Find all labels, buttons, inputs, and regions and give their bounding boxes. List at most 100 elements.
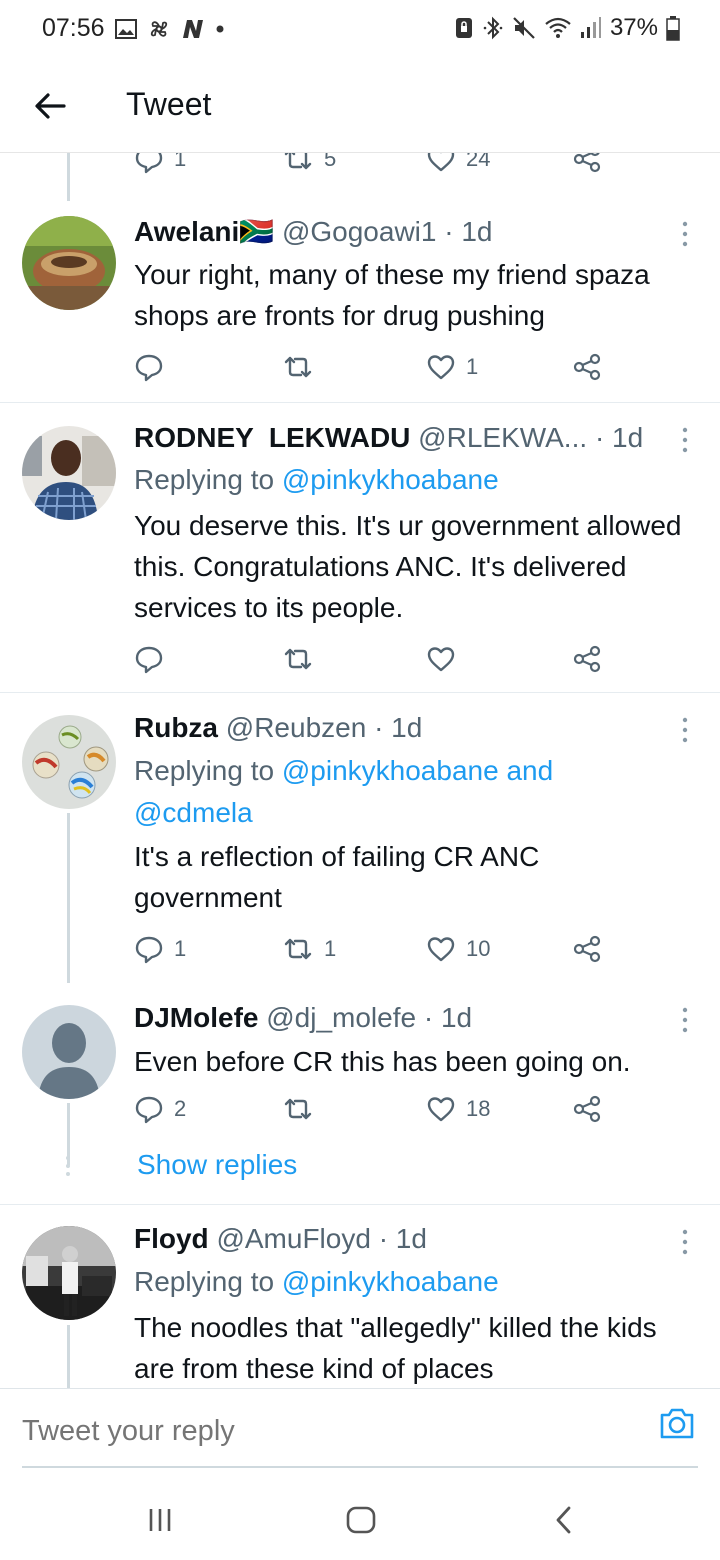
reply-icon [135, 153, 163, 174]
display-name[interactable]: RODNEY LEKWADU [134, 422, 410, 453]
like-button[interactable]: 10 [426, 929, 490, 969]
vpn-lock-icon [454, 16, 474, 40]
avatar[interactable] [22, 216, 116, 310]
more-options-icon[interactable] [678, 1005, 692, 1035]
camera-button[interactable] [658, 1405, 698, 1445]
reply-icon [135, 354, 163, 382]
mention-link[interactable]: @pinkykhoabane [282, 1266, 499, 1297]
tweet-text: You deserve this. It's ur government all… [134, 510, 682, 623]
avatar[interactable] [22, 1226, 116, 1320]
reply-input-underline [22, 1466, 698, 1468]
avatar[interactable] [22, 426, 116, 520]
show-replies-link[interactable]: Show replies [137, 1149, 297, 1181]
heart-icon [427, 937, 455, 962]
home-button[interactable] [341, 1500, 381, 1540]
retweet-button[interactable]: 1 [282, 929, 336, 969]
back-chevron-icon [556, 1506, 571, 1534]
mention-link[interactable]: @pinkykhoabane [282, 464, 499, 495]
thread-line [67, 813, 70, 983]
replying-to: Replying to @pinkykhoabane [134, 459, 680, 501]
like-count: 24 [466, 153, 491, 171]
like-button[interactable]: 1 [426, 347, 478, 387]
recent-apps-button[interactable] [140, 1500, 180, 1540]
reply-tweet[interactable]: DJMolefe @dj_molefe · 1d Even before CR … [0, 983, 720, 1205]
share-button[interactable] [572, 347, 602, 387]
reply-count: 1 [174, 936, 187, 961]
status-bar: 07:56 37% [0, 0, 720, 60]
tweet-actions [134, 639, 614, 679]
reply-button[interactable] [134, 639, 174, 679]
tweet-text: The noodles that "allegedly" killed the … [134, 1312, 657, 1384]
share-button[interactable] [572, 153, 602, 179]
more-options-icon[interactable] [678, 715, 692, 745]
status-time: 07:56 [42, 14, 105, 42]
page-title: Tweet [126, 86, 212, 122]
tweet-text: Your right, many of these my friend spaz… [134, 259, 650, 331]
replies-feed[interactable]: 1 5 24 Awelani🇿🇦 @Gogoawi1 · 1d Your rig… [0, 153, 720, 1388]
heart-icon [427, 355, 455, 380]
reply-icon [135, 936, 163, 964]
replying-to-label: Replying to [134, 464, 282, 495]
like-count: 1 [466, 354, 479, 379]
reply-tweet[interactable]: Awelani🇿🇦 @Gogoawi1 · 1d Your right, man… [0, 201, 720, 403]
retweet-button[interactable] [282, 347, 324, 387]
reply-count: 1 [174, 153, 187, 171]
username[interactable]: @dj_molefe [266, 1002, 416, 1033]
display-name[interactable]: Rubza [134, 712, 218, 743]
avatar[interactable] [22, 1005, 116, 1099]
back-button[interactable] [28, 84, 72, 128]
more-options-icon[interactable] [678, 425, 692, 455]
collapsed-thread-dots [65, 1155, 71, 1182]
share-button[interactable] [572, 639, 602, 679]
username[interactable]: @AmuFloyd [216, 1223, 370, 1254]
reply-button[interactable]: 1 [134, 929, 186, 969]
display-name[interactable]: Floyd [134, 1223, 209, 1254]
tweet-text: Even before CR this has been going on. [134, 1046, 631, 1077]
retweet-button[interactable] [282, 1089, 324, 1129]
username[interactable]: @Gogoawi1 [282, 216, 437, 247]
heart-icon [427, 647, 455, 672]
tweet-header: DJMolefe @dj_molefe · 1d [134, 1002, 670, 1034]
like-button[interactable]: 24 [426, 153, 490, 179]
reply-composer [0, 1388, 720, 1468]
camera-icon [660, 1408, 694, 1439]
tweet-actions: 1 5 24 [134, 153, 614, 179]
tweet-header: Awelani🇿🇦 @Gogoawi1 · 1d [134, 215, 670, 248]
like-count: 10 [466, 936, 491, 961]
reply-tweet[interactable]: RODNEY LEKWADU @RLEKWA... · 1d Replying … [0, 403, 720, 693]
retweet-icon [284, 1098, 312, 1120]
like-button[interactable] [426, 639, 466, 679]
reply-tweet[interactable]: Rubza @Reubzen · 1d Replying to @pinkykh… [0, 693, 720, 983]
username[interactable]: @Reubzen [226, 712, 367, 743]
fan-icon [147, 18, 171, 40]
mute-icon [512, 16, 536, 40]
retweet-icon [284, 153, 312, 170]
share-button[interactable] [572, 929, 602, 969]
battery-icon [666, 15, 680, 41]
like-button[interactable]: 18 [426, 1089, 490, 1129]
display-name[interactable]: Awelani🇿🇦 [134, 216, 274, 247]
retweet-button[interactable] [282, 639, 324, 679]
mention-link[interactable]: @cdmela [134, 797, 253, 828]
timestamp: · 1d [594, 422, 644, 453]
mention-link[interactable]: @pinkykhoabane and [282, 755, 553, 786]
dot-icon [215, 24, 225, 34]
username[interactable]: @RLEKWA... [418, 422, 587, 453]
reply-tweet[interactable]: Floyd @AmuFloyd · 1d Replying to @pinkyk… [0, 1205, 720, 1388]
like-count: 18 [466, 1096, 491, 1121]
reply-icon [135, 646, 163, 674]
more-options-icon[interactable] [678, 1227, 692, 1257]
reply-button[interactable]: 2 [134, 1089, 186, 1129]
n-app-icon [181, 19, 205, 39]
retweet-icon [284, 356, 312, 378]
retweet-button[interactable]: 5 [282, 153, 336, 179]
back-nav-button[interactable] [544, 1500, 584, 1540]
share-button[interactable] [572, 1089, 602, 1129]
more-options-icon[interactable] [678, 219, 692, 249]
reply-button[interactable]: 1 [134, 153, 186, 179]
reply-button[interactable] [134, 347, 174, 387]
display-name[interactable]: DJMolefe [134, 1002, 258, 1033]
reply-icon [135, 1096, 163, 1124]
avatar[interactable] [22, 715, 116, 809]
reply-input[interactable] [22, 1415, 582, 1448]
